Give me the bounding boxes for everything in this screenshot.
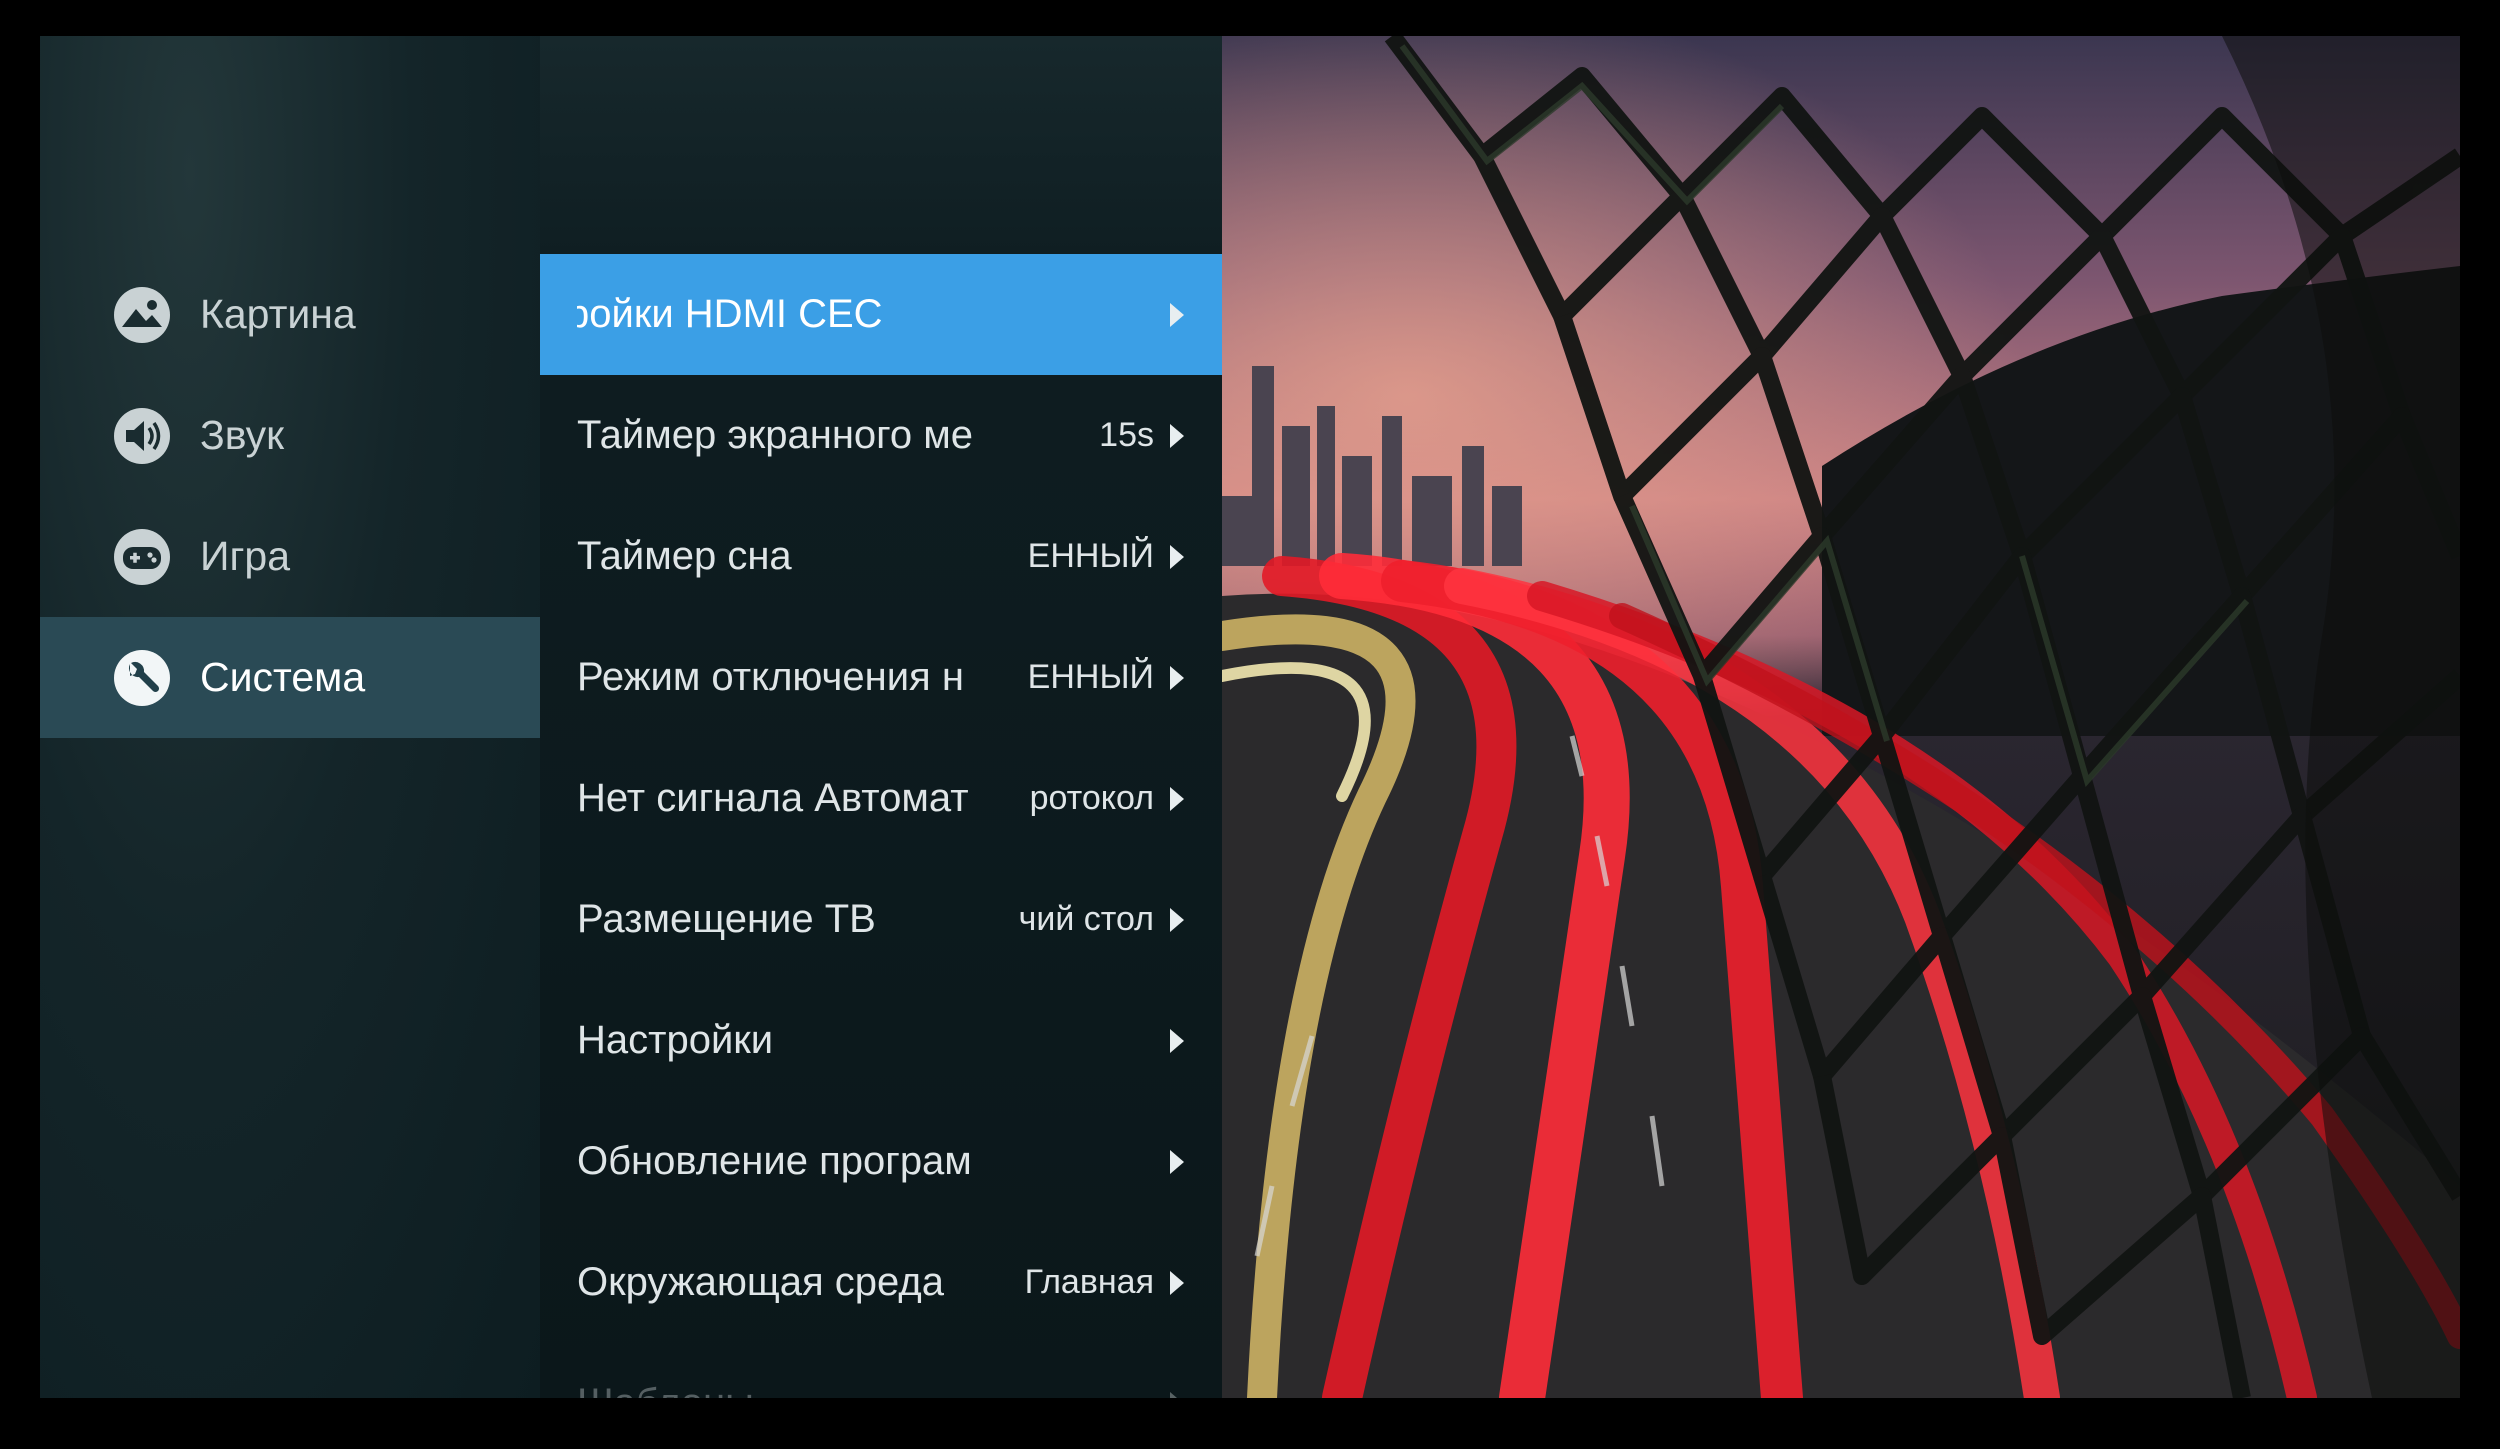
chevron-right-icon (1170, 665, 1184, 690)
option-value: ЕННЫЙ (1027, 658, 1154, 696)
chevron-right-icon (1170, 302, 1184, 327)
category-item-game[interactable]: Игра (40, 496, 540, 617)
category-item-sound[interactable]: Звук (40, 375, 540, 496)
option-label: Обновление програм (577, 1139, 972, 1183)
option-no-signal-auto[interactable]: Нет сигнала Автомат ротокол (540, 738, 1222, 859)
option-value (1004, 980, 1154, 1101)
option-osd-timer[interactable]: Таймер экранного ме 15s (540, 375, 1222, 496)
option-value (1004, 1343, 1154, 1398)
option-software-update[interactable]: Обновление програм (540, 1101, 1222, 1222)
gamepad-icon (114, 528, 170, 585)
option-sleep-timer[interactable]: Таймер сна ЕННЫЙ (540, 496, 1222, 617)
highway-photo (1222, 36, 2460, 1398)
option-label: ройки HDMI CEC (577, 292, 883, 336)
system-options-list: ройки HDMI CEC Таймер экранного ме 15s Т… (540, 36, 1222, 1398)
category-label: Игра (200, 533, 291, 579)
chevron-right-icon (1170, 1391, 1184, 1398)
option-label: Таймер сна (577, 534, 792, 578)
tv-picture-preview (1222, 36, 2460, 1398)
option-templates[interactable]: Шаблоны (540, 1343, 1222, 1398)
option-label: Настройки (577, 1018, 774, 1062)
chevron-right-icon (1170, 786, 1184, 811)
category-label: Система (200, 654, 366, 700)
category-item-picture[interactable]: Картина (40, 254, 540, 375)
option-auto-off-mode[interactable]: Режим отключения н ЕННЫЙ (540, 617, 1222, 738)
option-value: ЕННЫЙ (1027, 537, 1154, 575)
option-label: Шаблоны (577, 1343, 977, 1398)
chevron-right-icon (1170, 1270, 1184, 1295)
category-label: Звук (200, 412, 285, 458)
option-hdmi-cec[interactable]: ройки HDMI CEC (540, 254, 1222, 375)
option-value (1004, 254, 1154, 375)
option-value: Главная (1024, 1263, 1154, 1301)
option-value: 15s (1099, 416, 1154, 454)
option-label: Нет сигнала Автомат (577, 776, 969, 820)
option-settings[interactable]: Настройки (540, 980, 1222, 1101)
option-label: Режим отключения н (577, 655, 964, 699)
option-value: чий стол (1018, 900, 1154, 938)
wrench-icon (114, 649, 170, 706)
option-label: Окружающая среда (577, 1260, 944, 1304)
option-environment[interactable]: Окружающая среда Главная (540, 1222, 1222, 1343)
chevron-right-icon (1170, 1149, 1184, 1174)
chevron-right-icon (1170, 423, 1184, 448)
category-item-system[interactable]: Система (40, 617, 540, 738)
option-value (1004, 1101, 1154, 1222)
option-tv-placement[interactable]: Размещение ТВ чий стол (540, 859, 1222, 980)
chevron-right-icon (1170, 544, 1184, 569)
option-label: Размещение ТВ (577, 897, 876, 941)
option-value: ротокол (1029, 779, 1154, 817)
speaker-icon (114, 407, 170, 464)
tv-screen: Картина Звук Игра Система ройки HDMI CEC… (40, 36, 2460, 1398)
category-menu: Картина Звук Игра Система (40, 36, 540, 1398)
picture-icon (114, 286, 170, 343)
chevron-right-icon (1170, 907, 1184, 932)
category-label: Картина (200, 291, 356, 337)
chevron-right-icon (1170, 1028, 1184, 1053)
option-label: Таймер экранного ме (577, 413, 973, 457)
